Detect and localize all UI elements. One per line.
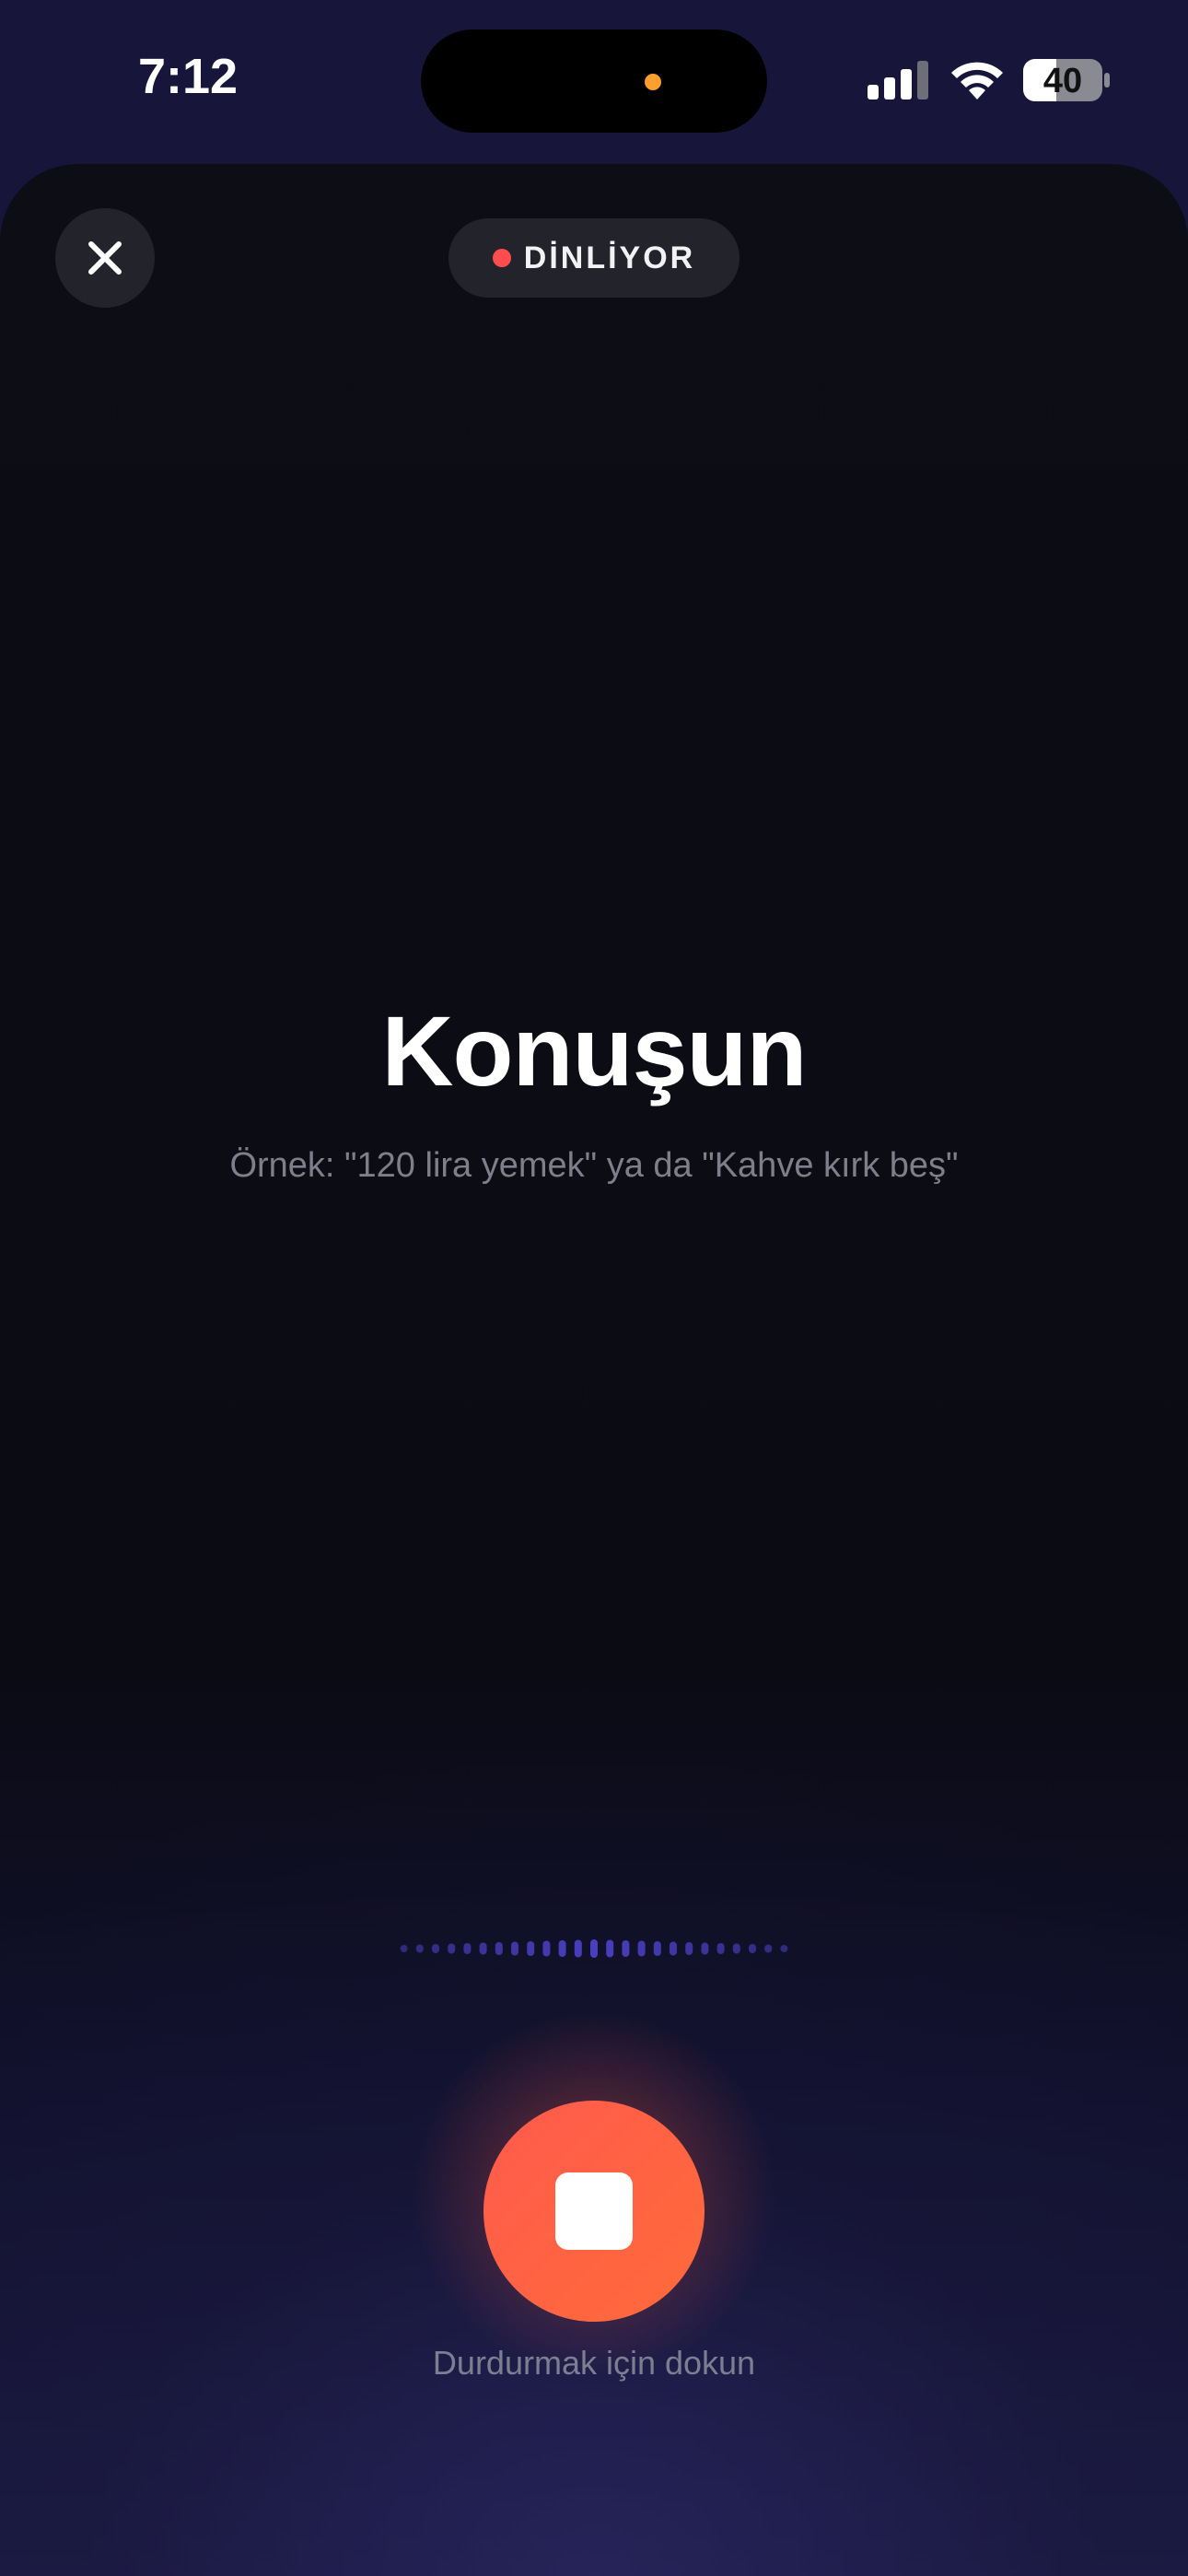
audio-waveform: [400, 1939, 788, 1958]
waveform-bar: [590, 1939, 598, 1958]
waveform-bar: [780, 1945, 788, 1952]
waveform-bar: [732, 1943, 740, 1954]
waveform-bar: [511, 1941, 518, 1956]
waveform-bar: [463, 1943, 472, 1954]
waveform-bar: [685, 1942, 693, 1955]
waveform-bar: [527, 1941, 535, 1956]
waveform-bar: [622, 1940, 630, 1957]
waveform-bar: [653, 1941, 661, 1956]
waveform-bar: [448, 1943, 456, 1954]
waveform-bar: [637, 1940, 646, 1957]
waveform-bar: [432, 1944, 439, 1953]
waveform-bar: [716, 1943, 725, 1954]
status-bar: 7:12 40: [0, 0, 1188, 157]
waveform-bar: [574, 1939, 582, 1958]
waveform-bar: [606, 1939, 614, 1958]
stop-caption: Durdurmak için dokun: [432, 2344, 756, 2382]
stop-recording-button[interactable]: [483, 2101, 705, 2322]
wifi-icon: [951, 62, 1003, 100]
dynamic-island: [421, 29, 767, 133]
waveform-bar: [479, 1942, 487, 1955]
close-button[interactable]: [55, 208, 155, 308]
waveform-bar: [558, 1940, 566, 1957]
status-time: 7:12: [138, 49, 239, 104]
recording-dot-icon: [492, 249, 511, 267]
waveform-bar: [400, 1945, 408, 1952]
signal-icon: [868, 61, 928, 100]
stop-icon: [555, 2172, 633, 2250]
waveform-bar: [701, 1942, 709, 1955]
close-icon: [88, 241, 122, 275]
waveform-bar: [749, 1944, 756, 1953]
waveform-bar: [415, 1944, 424, 1953]
waveform-bar: [670, 1941, 677, 1956]
privacy-indicator: [645, 74, 661, 90]
battery-level: 40: [1042, 62, 1083, 100]
waveform-bar: [764, 1944, 773, 1953]
page-title: Konuşun: [381, 995, 808, 1107]
listening-status-pill: DİNLİYOR: [448, 218, 740, 298]
waveform-bar: [495, 1942, 503, 1955]
example-hint: Örnek: "120 lira yemek" ya da "Kahve kır…: [229, 1146, 959, 1185]
waveform-bar: [542, 1940, 551, 1957]
listening-label: DİNLİYOR: [523, 240, 696, 275]
voice-input-sheet: DİNLİYOR Konuşun Örnek: "120 lira yemek"…: [0, 164, 1188, 2576]
